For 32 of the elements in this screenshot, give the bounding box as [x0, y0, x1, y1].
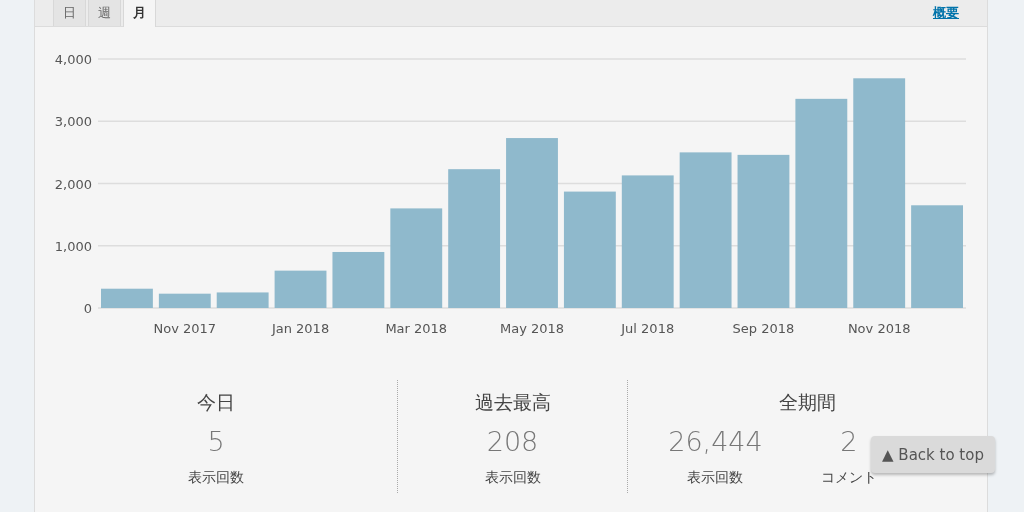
- bar: [216, 292, 269, 308]
- stat-title: 過去最高: [474, 390, 551, 415]
- y-tick-label: 4,000: [54, 52, 92, 67]
- period-tab[interactable]: 日: [53, 0, 86, 26]
- stat-label: 表示回数: [687, 469, 744, 487]
- period-tab[interactable]: 週: [88, 0, 121, 26]
- stat-label: 表示回数: [484, 469, 541, 487]
- bar: [332, 252, 385, 308]
- bar: [274, 270, 327, 308]
- x-tick-label: Nov 2018: [847, 321, 911, 336]
- x-tick-label: Jan 2018: [271, 321, 330, 336]
- period-tab[interactable]: 月: [123, 0, 156, 27]
- bar: [101, 288, 153, 308]
- x-tick-label: Sep 2018: [732, 321, 795, 336]
- stat-title: 今日: [197, 390, 235, 415]
- x-tick-label: May 2018: [499, 321, 565, 336]
- y-tick-label: 0: [83, 301, 92, 316]
- y-tick-label: 3,000: [54, 114, 92, 130]
- x-tick-label: Jul 2018: [621, 321, 675, 336]
- stat-value: 208: [486, 426, 539, 457]
- summary-link[interactable]: 概要: [933, 4, 959, 22]
- bar: [158, 293, 211, 308]
- back-to-top-button[interactable]: ▲ Back to top: [871, 436, 995, 473]
- stat-value: 2: [840, 426, 858, 457]
- stat-value: 5: [207, 426, 225, 457]
- y-tick-label: 2,000: [54, 176, 92, 192]
- stat-title: 全期間: [779, 390, 836, 415]
- stat-label: 表示回数: [188, 469, 244, 487]
- stat-value: 26,444: [668, 426, 763, 457]
- y-tick-label: 1,000: [54, 238, 92, 254]
- x-tick-label: Nov 2017: [153, 321, 217, 336]
- x-tick-label: Mar 2018: [385, 321, 448, 336]
